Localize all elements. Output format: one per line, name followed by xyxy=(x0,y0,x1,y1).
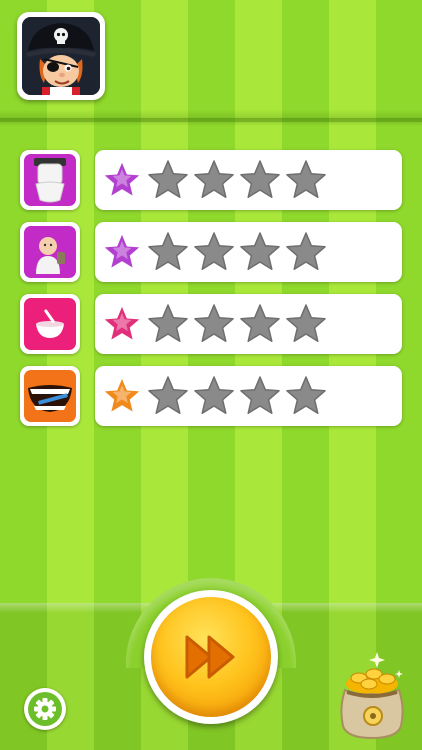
star-empty-icon xyxy=(240,304,280,342)
star-empty-icon xyxy=(148,160,188,198)
star-empty-icon xyxy=(286,160,326,198)
play-button-disc xyxy=(151,597,271,717)
level-icon-button[interactable] xyxy=(20,366,80,426)
star-empty-icon xyxy=(194,160,234,198)
settings-button[interactable] xyxy=(24,688,66,730)
level-rating-card[interactable] xyxy=(95,222,402,282)
coin-bag-icon xyxy=(340,652,404,740)
level-icon-tile xyxy=(24,226,76,278)
shop-button[interactable] xyxy=(329,648,415,740)
star-empty-icon xyxy=(286,376,326,414)
star-rating xyxy=(101,301,327,347)
star-empty-icon xyxy=(194,376,234,414)
level-icon-tile xyxy=(24,298,76,350)
star-filled-icon xyxy=(102,304,142,342)
star-empty-icon xyxy=(286,232,326,270)
level-icon-button[interactable] xyxy=(20,150,80,210)
level-icon-tile xyxy=(24,154,76,206)
star-filled-icon xyxy=(102,376,142,414)
level-rating-card[interactable] xyxy=(95,150,402,210)
star-empty-icon xyxy=(148,232,188,270)
food-bowl-icon xyxy=(36,309,64,338)
top-divider xyxy=(0,118,422,126)
level-rating-card[interactable] xyxy=(95,294,402,354)
gear-icon xyxy=(34,698,56,720)
star-rating xyxy=(101,157,327,203)
pirate-avatar-icon xyxy=(22,17,100,95)
toilet-icon xyxy=(34,158,66,203)
level-icon-tile xyxy=(24,370,76,422)
play-button[interactable] xyxy=(144,590,278,724)
star-empty-icon xyxy=(148,376,188,414)
star-empty-icon xyxy=(148,304,188,342)
toothbrush-mouth-icon xyxy=(28,385,72,412)
star-filled-icon xyxy=(102,160,142,198)
level-icon-button[interactable] xyxy=(20,294,80,354)
level-icon-button[interactable] xyxy=(20,222,80,282)
star-filled-icon xyxy=(102,232,142,270)
fast-forward-icon xyxy=(185,635,235,679)
star-empty-icon xyxy=(194,304,234,342)
profile-avatar[interactable] xyxy=(17,12,105,100)
star-empty-icon xyxy=(240,232,280,270)
level-rating-card[interactable] xyxy=(95,366,402,426)
star-empty-icon xyxy=(240,376,280,414)
star-rating xyxy=(101,229,327,275)
star-empty-icon xyxy=(240,160,280,198)
baby-icon xyxy=(36,237,65,274)
star-empty-icon xyxy=(286,304,326,342)
star-empty-icon xyxy=(194,232,234,270)
star-rating xyxy=(101,373,327,419)
